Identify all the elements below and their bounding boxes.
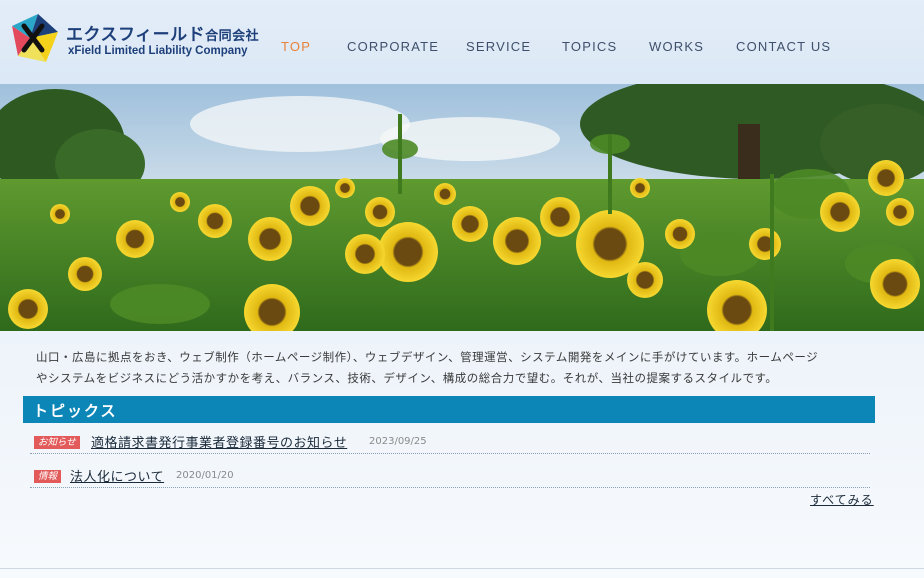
news-date: 2020/01/20 — [176, 470, 234, 481]
nav-service[interactable]: SERVICE — [466, 39, 531, 54]
nav-works[interactable]: WORKS — [649, 39, 704, 54]
intro-line-1: 山口・広島に拠点をおき、ウェブ制作（ホームページ制作）、ウェブデザイン、管理運営… — [36, 350, 819, 364]
topics-heading: トピックス — [33, 402, 118, 420]
nav-topics[interactable]: TOPICS — [562, 39, 617, 54]
topics-heading-bar: トピックス — [23, 396, 875, 423]
nav-contact-us[interactable]: CONTACT US — [736, 39, 831, 54]
main-nav: TOP CORPORATE SERVICE TOPICS WORKS CONTA… — [0, 39, 924, 57]
news-date: 2023/09/25 — [369, 436, 427, 447]
site-header: エクスフィールド合同会社 xField Limited Liability Co… — [0, 0, 924, 84]
news-title-link[interactable]: 適格請求書発行事業者登録番号のお知らせ — [91, 432, 347, 451]
divider — [0, 568, 924, 569]
news-title-link[interactable]: 法人化について — [70, 466, 164, 485]
intro-text: 山口・広島に拠点をおき、ウェブ制作（ホームページ制作）、ウェブデザイン、管理運営… — [36, 347, 896, 389]
category-badge: お知らせ — [34, 436, 80, 449]
list-item: お知らせ 適格請求書発行事業者登録番号のお知らせ 2023/09/25 — [30, 431, 870, 454]
nav-corporate[interactable]: CORPORATE — [347, 39, 439, 54]
see-all-link[interactable]: すべてみる — [810, 491, 874, 508]
list-item: 情報 法人化について 2020/01/20 — [30, 465, 870, 488]
nav-top[interactable]: TOP — [281, 39, 311, 54]
category-badge: 情報 — [34, 470, 62, 483]
intro-line-2: やシステムをビジネスにどう活かすかを考え、バランス、技術、デザイン、構成の総合力… — [36, 371, 778, 385]
hero-image — [0, 84, 924, 331]
sunflower-field-image — [0, 84, 924, 331]
